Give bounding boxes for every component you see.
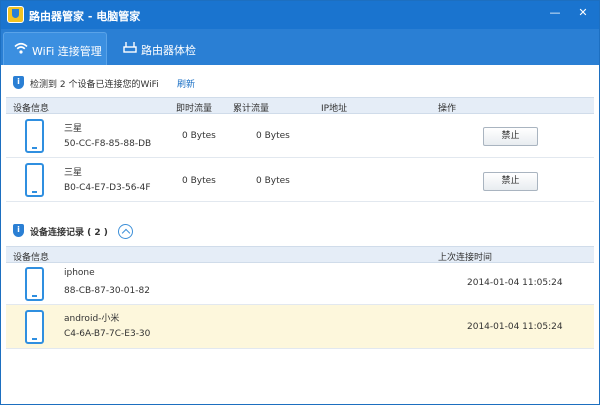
notice-text: 检测到 2 个设备已连接您的WiFi [30,80,159,90]
total-traffic: 0 Bytes [256,176,290,186]
phone-icon [25,163,44,197]
minimize-button[interactable]: — [547,5,563,21]
tab-wifi-label: WiFi 连接管理 [32,45,102,58]
app-window: 路由器管家 - 电脑管家 — ✕ WiFi 连接管理 路由器体检 检测到 2 个… [0,0,600,405]
header-ip-address: IP地址 [321,104,348,114]
header-realtime-traffic: 即时流量 [176,104,213,114]
phone-icon [25,267,44,301]
history-table-header: 设备信息 上次连接时间 [6,246,594,263]
device-mac: B0-C4-E7-D3-56-4F [64,183,151,193]
tab-bar: WiFi 连接管理 路由器体检 [1,29,599,65]
header-device-info: 设备信息 [13,253,50,263]
phone-icon [25,119,44,153]
tab-router-label: 路由器体检 [141,44,196,57]
block-device-button[interactable]: 禁止 [483,172,538,191]
phone-icon [25,310,44,344]
table-row: 三星 50-CC-F8-85-88-DB 0 Bytes 0 Bytes 禁止 [6,114,594,158]
device-name: iphone [64,268,95,278]
table-row: 三星 B0-C4-E7-D3-56-4F 0 Bytes 0 Bytes 禁止 [6,158,594,202]
device-mac: 88-CB-87-30-01-82 [64,286,150,296]
tab-wifi-management[interactable]: WiFi 连接管理 [3,32,107,65]
device-name: android-小米 [64,314,120,324]
history-title: 设备连接记录 ( 2 ) [30,228,108,238]
total-traffic: 0 Bytes [256,131,290,141]
device-name: 三星 [64,168,83,178]
shield-logo-icon [7,6,24,23]
header-total-traffic: 累计流量 [233,104,270,114]
realtime-traffic: 0 Bytes [182,176,216,186]
connected-table-header: 设备信息 即时流量 累计流量 IP地址 操作 [6,97,594,114]
collapse-chevron-up-icon[interactable] [118,224,133,239]
device-mac: 50-CC-F8-85-88-DB [64,139,152,149]
header-action: 操作 [438,104,457,114]
title-bar[interactable]: 路由器管家 - 电脑管家 — ✕ [1,1,599,29]
realtime-traffic: 0 Bytes [182,131,216,141]
block-device-button[interactable]: 禁止 [483,127,538,146]
device-name: 三星 [64,124,83,134]
table-row: iphone 88-CB-87-30-01-82 2014-01-04 11:0… [6,263,594,305]
wifi-icon [14,42,28,54]
refresh-link[interactable]: 刷新 [177,77,195,90]
header-device-info: 设备信息 [13,104,50,114]
close-button[interactable]: ✕ [575,5,591,21]
header-last-connection-time: 上次连接时间 [438,253,493,263]
last-connection-time: 2014-01-04 11:05:24 [467,278,563,288]
info-shield-icon [13,76,24,89]
info-shield-icon [13,224,24,237]
last-connection-time: 2014-01-04 11:05:24 [467,322,563,332]
device-mac: C4-6A-B7-7C-E3-30 [64,329,151,339]
router-icon [123,42,137,53]
tab-router-checkup[interactable]: 路由器体检 [113,32,233,65]
table-row[interactable]: android-小米 C4-6A-B7-7C-E3-30 2014-01-04 … [6,305,594,349]
window-title: 路由器管家 - 电脑管家 [29,10,141,23]
